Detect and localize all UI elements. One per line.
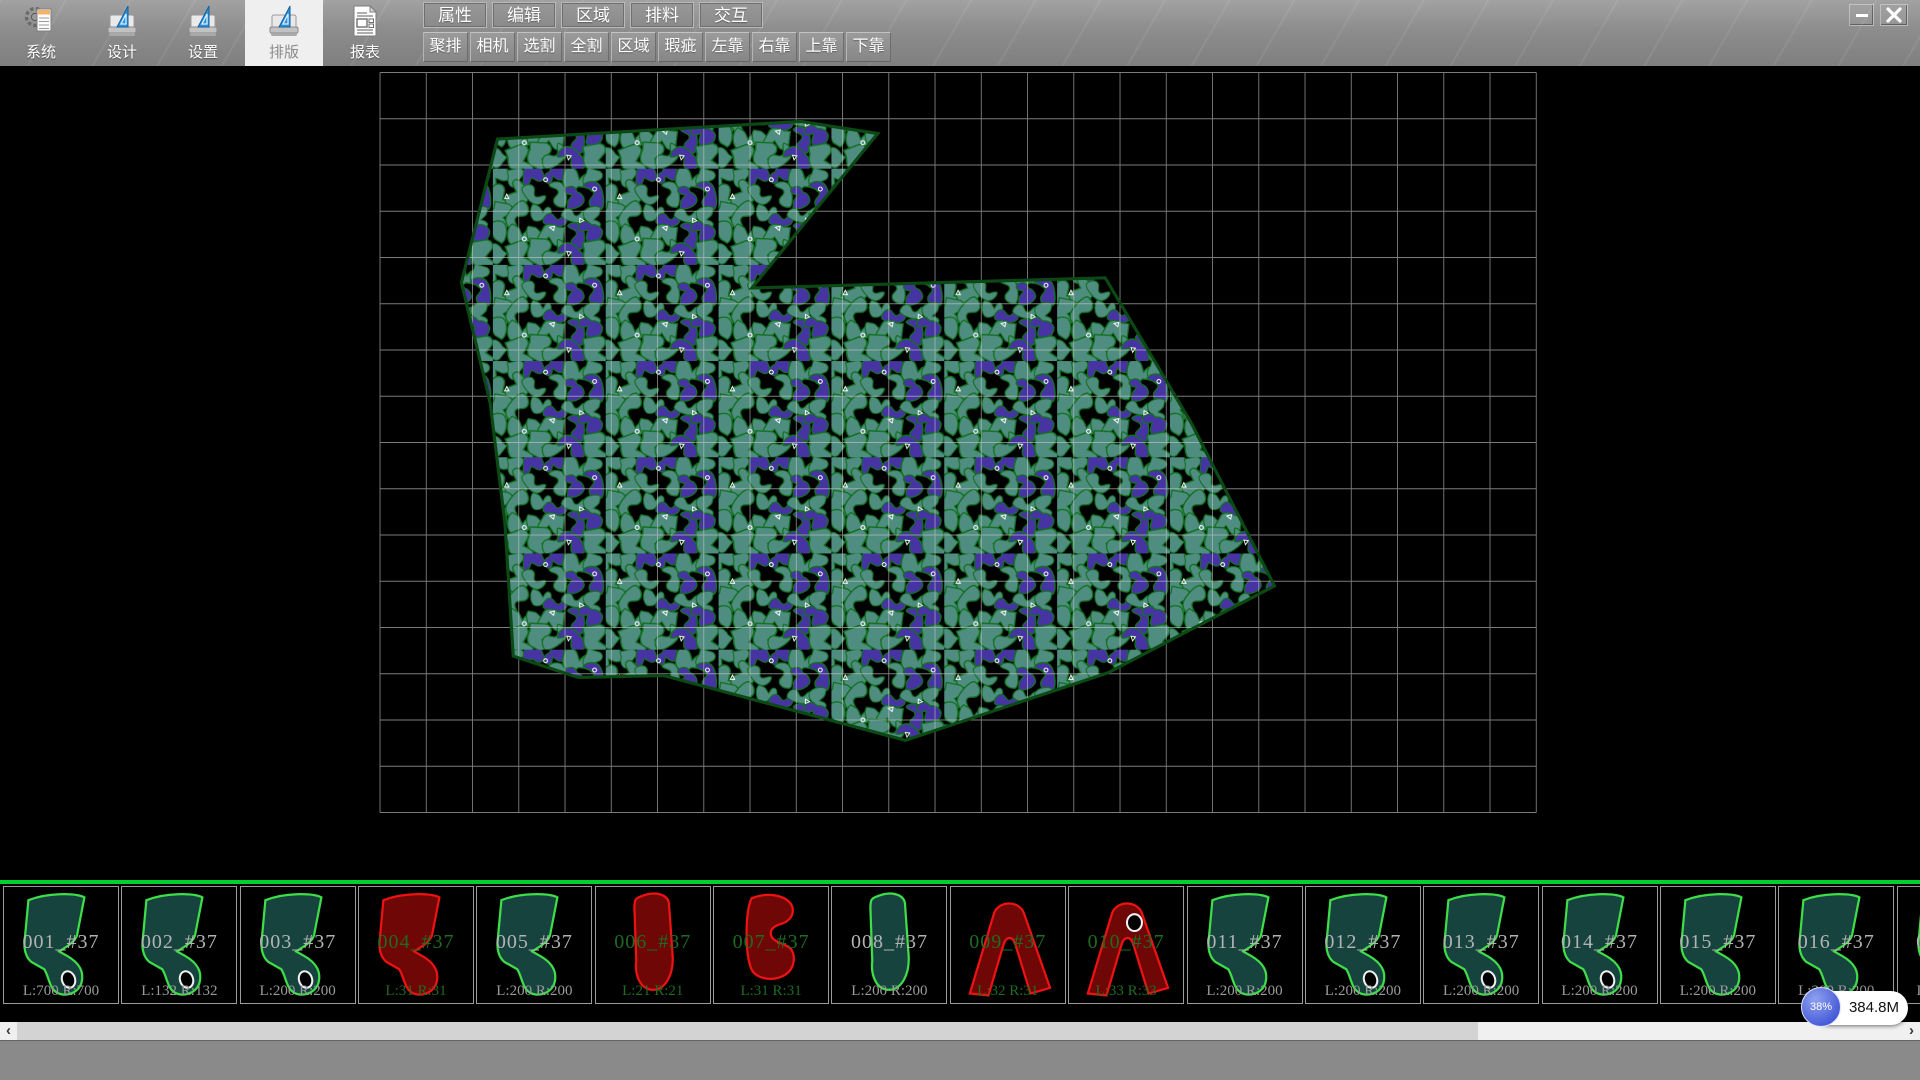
piece-thumbnail-013_#37[interactable]: 013_#37 L:200 R:200 [1423, 886, 1539, 1004]
piece-thumbnail-014_#37[interactable]: 014_#37 L:200 R:200 [1542, 886, 1658, 1004]
piece-label: 014_#37 [1543, 931, 1657, 954]
tool-button-2[interactable]: 相机 [470, 32, 515, 62]
piece-lr-count: L:32 R:31 [951, 983, 1065, 1000]
piece-thumbnail-003_#37[interactable]: 003_#37 L:200 R:200 [240, 886, 356, 1004]
app-label: 设计 [83, 43, 161, 63]
piece-thumbnail-strip: 001_#37L:700 R:700002_#37L:132 R:132003_… [0, 884, 1920, 1022]
tool-button-5[interactable]: 区域 [611, 32, 656, 62]
piece-lr-count: L:200 R:200 [1543, 983, 1657, 1000]
nesting-canvas[interactable] [0, 66, 1920, 880]
system-gear-icon [24, 4, 58, 38]
app-window: 系统设计设置排版报表 属性编辑区域排料交互 聚排相机选割全割区域瑕疵左靠右靠上靠… [0, 0, 1920, 1080]
piece-label: 003_#37 [241, 931, 355, 954]
minimize-button[interactable] [1849, 4, 1874, 26]
tool-button-8[interactable]: 右靠 [752, 32, 797, 62]
horizontal-scrollbar[interactable]: ‹ › [0, 1022, 1920, 1040]
piece-label: 006_#37 [596, 931, 710, 954]
scroll-left-button[interactable]: ‹ [0, 1022, 17, 1040]
close-button[interactable] [1880, 4, 1908, 26]
piece-thumbnail-006_#37[interactable]: 006_#37 L:21 R:21 [595, 886, 711, 1004]
piece-lr-count: L:21 R:21 [596, 983, 710, 1000]
app-label: 系统 [2, 43, 80, 63]
piece-label: 005_#37 [477, 931, 591, 954]
menu-tab-5[interactable]: 交互 [699, 2, 763, 28]
piece-label: 011_#37 [1188, 931, 1302, 954]
piece-label: 012_#37 [1306, 931, 1420, 954]
nesting-ruler-icon [267, 4, 301, 38]
piece-thumbnail-007_#37[interactable]: 007_#37 L:31 R:31 [713, 886, 829, 1004]
progress-value: 38% [1810, 1001, 1832, 1013]
piece-label: 013_#37 [1424, 931, 1538, 954]
nesting-canvas-svg [0, 66, 1920, 880]
piece-lr-count: L:31 R:31 [359, 983, 473, 1000]
piece-label: 002_#37 [122, 931, 236, 954]
piece-thumbnail-001_#37[interactable]: 001_#37 L:700 R:700 [3, 886, 119, 1004]
chevron-left-icon: ‹ [6, 1022, 11, 1039]
piece-label: 004_#37 [359, 931, 473, 954]
bottom-status-strip [0, 1040, 1920, 1080]
app-label: 设置 [164, 43, 242, 63]
piece-hole [1127, 914, 1142, 931]
scrollbar-thumb[interactable] [17, 1022, 1478, 1040]
menu-tab-2[interactable]: 编辑 [492, 2, 556, 28]
tool-button-6[interactable]: 瑕疵 [658, 32, 703, 62]
piece-lr-count: L:132 R:132 [122, 983, 236, 1000]
leather-hide-fill [461, 122, 1274, 741]
piece-label: 016_#37 [1779, 931, 1893, 954]
close-icon [1886, 7, 1902, 23]
piece-thumbnail-008_#37[interactable]: 008_#37 L:200 R:200 [831, 886, 947, 1004]
report-icon [348, 4, 382, 38]
piece-thumbnail-010_#37[interactable]: 010_#37 L:33 R:33 [1068, 886, 1184, 1004]
app-label: 排版 [245, 43, 323, 63]
app-item-system-gear[interactable]: 系统 [2, 0, 80, 66]
piece-label: 001_#37 [4, 931, 118, 954]
menu-tab-4[interactable]: 排料 [630, 2, 694, 28]
menu-tab-1[interactable]: 属性 [423, 2, 487, 28]
piece-thumbnail-009_#37[interactable]: 009_#37 L:32 R:31 [950, 886, 1066, 1004]
memory-value: 384.8M [1849, 999, 1899, 1016]
piece-thumbnail-002_#37[interactable]: 002_#37 L:132 R:132 [121, 886, 237, 1004]
minimize-icon [1855, 8, 1869, 22]
app-item-report[interactable]: 报表 [326, 0, 404, 66]
tool-button-9[interactable]: 上靠 [799, 32, 844, 62]
toolbar: 系统设计设置排版报表 属性编辑区域排料交互 聚排相机选割全割区域瑕疵左靠右靠上靠… [0, 0, 1920, 66]
piece-thumbnail-012_#37[interactable]: 012_#37 L:200 R:200 [1305, 886, 1421, 1004]
piece-lr-count: L:200 R:200 [832, 983, 946, 1000]
progress-circle: 38% [1801, 987, 1841, 1027]
piece-label: 008_#37 [832, 931, 946, 954]
piece-label: 007_#37 [714, 931, 828, 954]
piece-thumbnail-004_#37[interactable]: 004_#37 L:31 R:31 [358, 886, 474, 1004]
tool-button-4[interactable]: 全割 [564, 32, 609, 62]
piece-lr-count: L:700 R:700 [4, 983, 118, 1000]
piece-lr-count: L:200 R:200 [477, 983, 591, 1000]
piece-lr-count: L:200 R:200 [1661, 983, 1775, 1000]
design-ruler-icon [105, 4, 139, 38]
piece-label: 015_#37 [1661, 931, 1775, 954]
tool-button-3[interactable]: 选割 [517, 32, 562, 62]
app-label: 报表 [326, 43, 404, 63]
piece-lr-count: L:200 R:200 [1424, 983, 1538, 1000]
piece-label: 010_#37 [1069, 931, 1183, 954]
piece-thumbnail-005_#37[interactable]: 005_#37 L:200 R:200 [476, 886, 592, 1004]
settings-ruler-icon [186, 4, 220, 38]
app-item-settings-ruler[interactable]: 设置 [164, 0, 242, 66]
status-badge: 384.8M 38% [1801, 987, 1911, 1029]
piece-thumbnail-015_#37[interactable]: 015_#37 L:200 R:200 [1660, 886, 1776, 1004]
app-item-design-ruler[interactable]: 设计 [83, 0, 161, 66]
piece-label: 009_#37 [951, 931, 1065, 954]
app-item-nesting-ruler[interactable]: 排版 [245, 0, 323, 66]
piece-label: 017_#37 [1898, 931, 1920, 954]
menu-tab-3[interactable]: 区域 [561, 2, 625, 28]
piece-thumbnail-011_#37[interactable]: 011_#37 L:200 R:200 [1187, 886, 1303, 1004]
tool-button-10[interactable]: 下靠 [846, 32, 891, 62]
piece-lr-count: L:200 R:200 [241, 983, 355, 1000]
tool-button-1[interactable]: 聚排 [423, 32, 468, 62]
piece-lr-count: L:31 R:31 [714, 983, 828, 1000]
piece-lr-count: L:33 R:33 [1069, 983, 1183, 1000]
piece-lr-count: L:200 R:200 [1306, 983, 1420, 1000]
tool-button-7[interactable]: 左靠 [705, 32, 750, 62]
piece-lr-count: L:200 R:200 [1188, 983, 1302, 1000]
